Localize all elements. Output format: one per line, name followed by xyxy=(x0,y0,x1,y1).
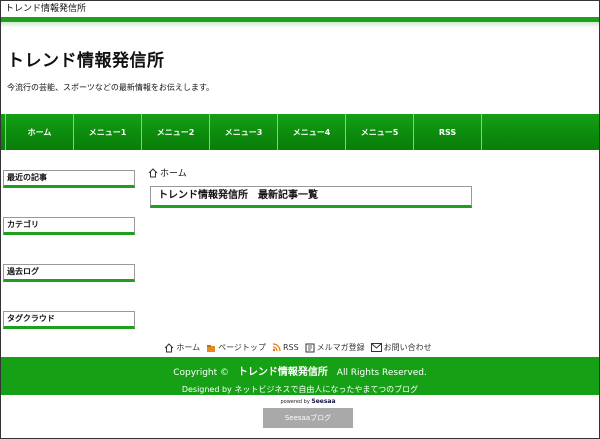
sidebar-tagcloud-heading: タグクラウド xyxy=(3,311,135,329)
footer-link-home[interactable]: ホーム xyxy=(176,342,200,353)
copyright-line: Copyright © トレンド情報発信所 All Rights Reserve… xyxy=(1,363,599,378)
powered-by-label: powered by xyxy=(280,399,310,405)
sidebar-category-heading: カテゴリ xyxy=(3,217,135,235)
header-green-fade xyxy=(1,22,599,28)
copyright-rights: All Rights Reserved. xyxy=(336,368,427,378)
nav-item-home[interactable]: ホーム xyxy=(6,114,74,150)
footer-links: ホーム ページトップ RSS メルマガ登録 お問い合わせ xyxy=(0,342,600,353)
nav-item-menu2[interactable]: メニュー2 xyxy=(142,114,210,150)
nav-item-menu5[interactable]: メニュー5 xyxy=(346,114,414,150)
breadcrumb: ホーム xyxy=(148,166,187,179)
footer-link-rss[interactable]: RSS xyxy=(283,343,299,352)
site-tagline: 今流行の芸能、スポーツなどの最新情報をお伝えします。 xyxy=(7,83,215,92)
breadcrumb-home-link[interactable]: ホーム xyxy=(160,166,187,179)
nav-item-menu1[interactable]: メニュー1 xyxy=(74,114,142,150)
nav-item-menu4[interactable]: メニュー4 xyxy=(278,114,346,150)
main-heading: トレンド情報発信所 最新記事一覧 xyxy=(150,186,472,208)
designed-by[interactable]: Designed by ネットビジネスで自由人になったやまてつのブログ xyxy=(1,384,599,395)
footer-link-pagetop[interactable]: ページトップ xyxy=(218,342,266,353)
sidebar-recent-posts-heading: 最近の記事 xyxy=(3,170,135,188)
footer: Copyright © トレンド情報発信所 All Rights Reserve… xyxy=(1,357,599,395)
home-icon xyxy=(164,342,174,352)
seesaa-logo: Seesaa xyxy=(311,398,336,405)
newsletter-icon xyxy=(305,343,315,352)
sidebar-archive-heading: 過去ログ xyxy=(3,264,135,282)
powered-by-badge[interactable]: powered by Seesaa xyxy=(265,397,351,406)
footer-link-mailmag[interactable]: メルマガ登録 xyxy=(317,342,365,353)
seesaa-blog-button[interactable]: Seesaaブログ xyxy=(263,408,353,428)
nav-item-rss[interactable]: RSS xyxy=(414,114,482,150)
footer-link-contact[interactable]: お問い合わせ xyxy=(384,342,432,353)
copyright-prefix: Copyright © xyxy=(173,368,230,378)
rss-icon xyxy=(272,343,281,352)
nav-item-menu3[interactable]: メニュー3 xyxy=(210,114,278,150)
mail-icon xyxy=(370,343,382,352)
site-title[interactable]: トレンド情報発信所 xyxy=(7,46,165,71)
home-icon xyxy=(148,167,158,177)
footer-site-name[interactable]: トレンド情報発信所 xyxy=(238,367,328,378)
global-nav: ホーム メニュー1 メニュー2 メニュー3 メニュー4 メニュー5 RSS xyxy=(1,114,599,150)
folder-icon xyxy=(207,344,216,352)
top-bar-title: トレンド情報発信所 xyxy=(5,4,87,14)
